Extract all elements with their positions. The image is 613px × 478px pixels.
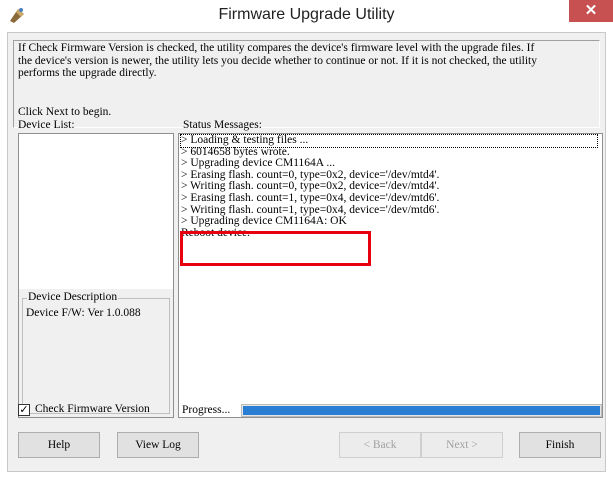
device-list[interactable] bbox=[19, 134, 173, 289]
progress-bar bbox=[241, 404, 602, 417]
status-line: > Erasing flash. count=1, type=0x4, devi… bbox=[181, 191, 440, 204]
status-messages-list: > Loading & testing files ... > 6014658 … bbox=[180, 134, 601, 239]
check-firmware-label[interactable]: Check Firmware Version bbox=[35, 403, 150, 415]
help-button[interactable]: Help bbox=[18, 432, 100, 458]
status-messages-label: Status Messages: bbox=[183, 119, 262, 131]
highlight-annotation bbox=[180, 231, 371, 266]
title-bar: Firmware Upgrade Utility ✕ bbox=[0, 0, 613, 32]
progress-label: Progress... bbox=[182, 404, 231, 416]
status-line: > Loading & testing files ... bbox=[180, 134, 601, 148]
close-button[interactable]: ✕ bbox=[569, 0, 613, 22]
view-log-button[interactable]: View Log bbox=[117, 432, 199, 458]
device-firmware-version: Device F/W: Ver 1.0.088 bbox=[26, 307, 141, 319]
device-description-legend: Device Description bbox=[27, 291, 119, 303]
intro-text: If Check Firmware Version is checked, th… bbox=[18, 42, 537, 80]
click-next-text: Click Next to begin. bbox=[18, 106, 112, 118]
check-firmware-checkbox[interactable]: ✓ bbox=[18, 404, 30, 416]
finish-button[interactable]: Finish bbox=[519, 432, 601, 458]
back-button[interactable]: < Back bbox=[339, 432, 421, 458]
device-list-label: Device List: bbox=[18, 119, 75, 131]
status-line: > Upgrading device CM1164A: OK bbox=[181, 215, 347, 228]
progress-fill bbox=[243, 406, 600, 415]
next-button[interactable]: Next > bbox=[421, 432, 503, 458]
window-title: Firmware Upgrade Utility bbox=[218, 6, 395, 23]
